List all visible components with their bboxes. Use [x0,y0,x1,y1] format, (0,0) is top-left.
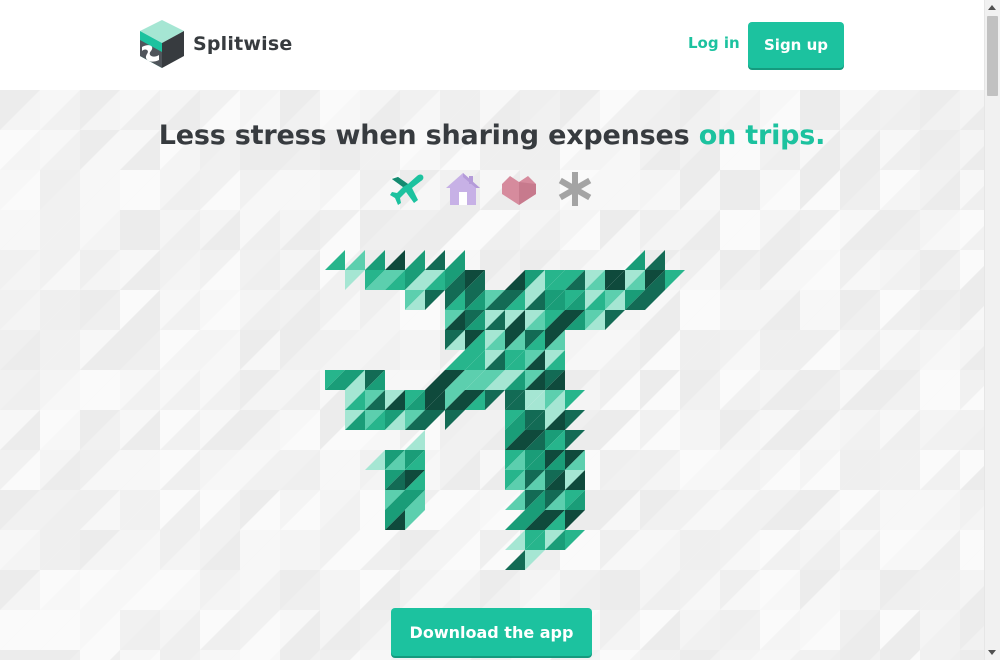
plane-mosaic-tile [405,510,425,530]
plane-mosaic-tile [505,510,525,530]
plane-mosaic-tile [565,430,585,450]
plane-mosaic-tile [565,410,585,430]
heart-icon[interactable] [500,170,538,208]
headline-main-text: Less stress when sharing expenses [158,120,690,151]
house-icon[interactable] [444,170,482,208]
download-app-button[interactable]: Download the app [391,608,592,656]
plane-mosaic-tile [445,250,465,270]
plane-mosaic-tile [425,290,445,310]
hero-section: Less stress when sharing expenses on tri… [0,90,984,660]
plane-mosaic-tile [445,350,465,370]
plane-mosaic-tile [425,370,445,390]
scroll-up-arrow-icon[interactable] [988,5,996,10]
plane-mosaic-tile [565,510,585,530]
login-link[interactable]: Log in [688,34,740,52]
plane-mosaic-tile [565,390,585,410]
category-icons [388,170,594,208]
hero-headline: Less stress when sharing expenses on tri… [0,120,984,151]
splitwise-logo-icon [140,20,184,68]
plane-mosaic-tile [325,250,345,270]
plane-mosaic-tile [425,250,445,270]
vertical-scrollbar[interactable] [984,0,1000,660]
plane-mosaic-tile [365,450,385,470]
airplane-illustration [325,250,685,570]
plane-mosaic-tile [505,270,525,290]
airplane-icon[interactable] [388,170,426,208]
plane-mosaic-tile [405,430,425,450]
site-header: Splitwise Log in Sign up [0,0,984,90]
plane-mosaic-tile [505,550,525,570]
plane-mosaic-tile [445,410,465,430]
plane-mosaic-tile [485,390,505,410]
plane-mosaic-tile [385,250,405,270]
plane-mosaic-tile [565,530,585,550]
plane-mosaic-tile [505,530,525,550]
splitwise-logo[interactable]: Splitwise [139,20,292,68]
headline-accent-text: on trips. [698,120,826,151]
plane-mosaic-tile [345,250,365,270]
scroll-thumb[interactable] [987,16,998,96]
splitwise-homepage: Splitwise Log in Sign up Less stress whe… [0,0,1000,660]
brand-name: Splitwise [193,33,293,55]
plane-mosaic-tile [645,250,665,270]
plane-mosaic-tile [665,270,685,290]
signup-button[interactable]: Sign up [748,22,844,68]
plane-mosaic-tile [425,410,445,430]
plane-mosaic-tile [525,550,545,570]
plane-mosaic-tile [645,290,665,310]
plane-mosaic-tile [625,250,645,270]
asterisk-icon[interactable] [556,170,594,208]
plane-mosaic-tile [505,490,525,510]
plane-mosaic-tile [345,270,365,290]
plane-mosaic-tile [605,310,625,330]
plane-mosaic-tile [365,250,385,270]
plane-mosaic-tile [405,250,425,270]
scroll-down-arrow-icon[interactable] [988,650,996,655]
